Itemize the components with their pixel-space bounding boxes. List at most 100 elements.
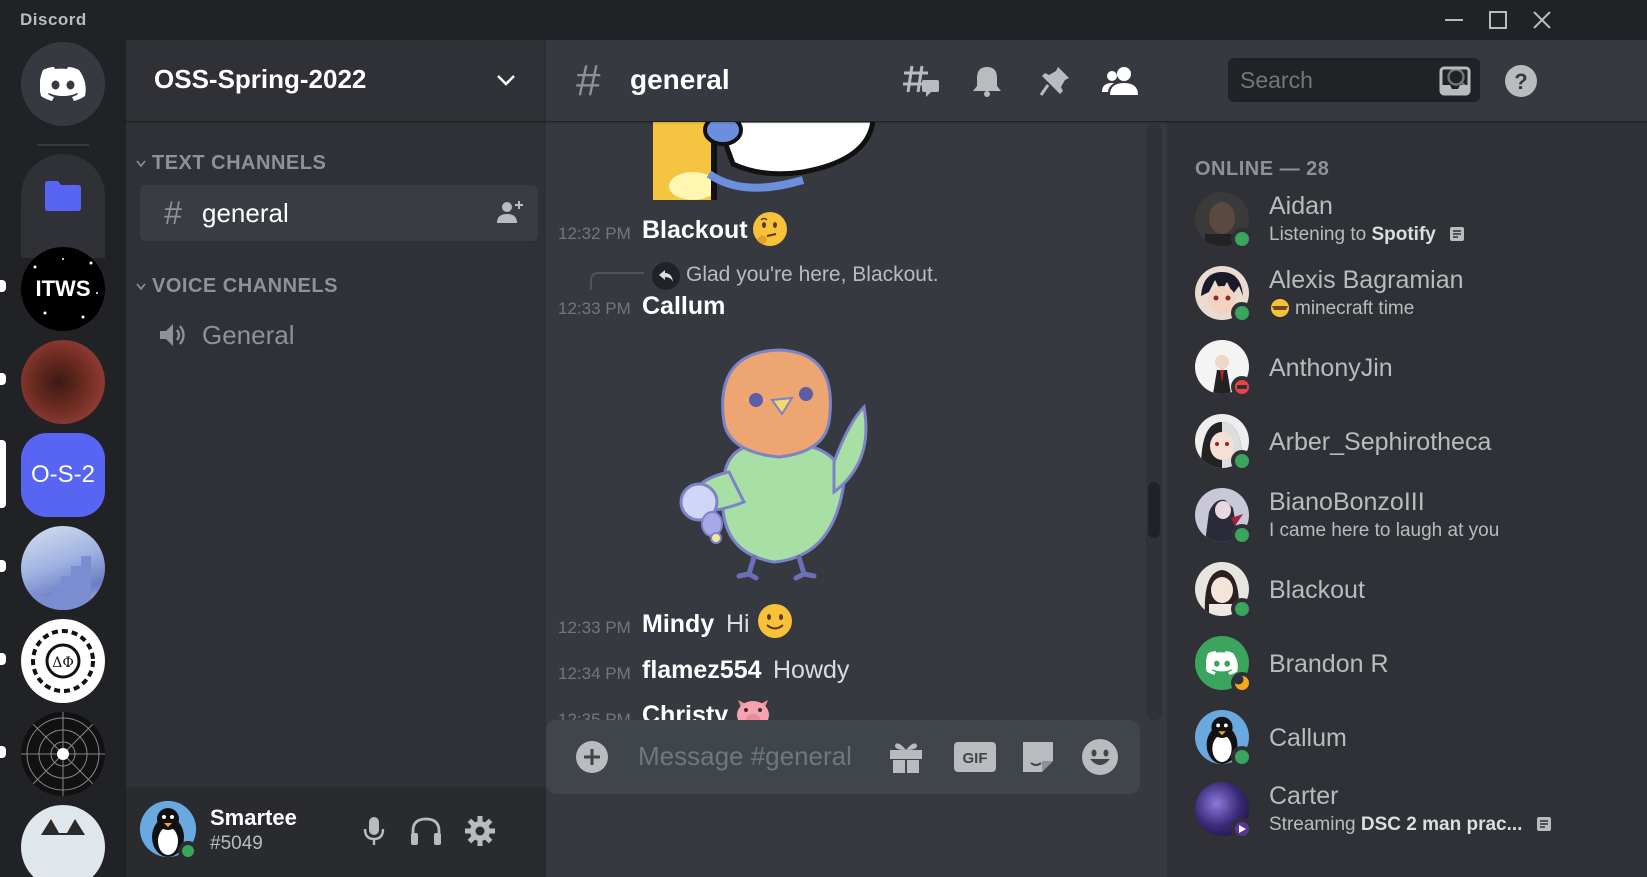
member-name: Carter: [1269, 782, 1339, 810]
help-icon: ?: [1505, 65, 1537, 97]
server-itws[interactable]: ITWS: [21, 247, 105, 331]
status-online-indicator: [1231, 598, 1253, 620]
message-input[interactable]: [638, 734, 868, 778]
member-blackout[interactable]: Blackout: [1187, 560, 1587, 626]
channel-name: general: [202, 197, 289, 228]
notifications-button[interactable]: [964, 58, 1010, 104]
minimize-button[interactable]: [1436, 6, 1472, 34]
threads-button[interactable]: [898, 58, 944, 104]
emoji-button[interactable]: [1078, 735, 1122, 779]
reply-icon: [652, 262, 680, 290]
discord-logo-icon: [40, 67, 86, 101]
message-text: Hi: [726, 610, 750, 638]
member-arber[interactable]: Arber_Sephirotheca: [1187, 412, 1587, 478]
plus-circle-icon: [576, 741, 608, 773]
unread-indicator: [0, 373, 6, 385]
status-online-indicator: [1231, 228, 1253, 250]
status-online-indicator: [1231, 524, 1253, 546]
inbox-icon: [1439, 66, 1471, 96]
svg-text:?: ?: [1514, 69, 1527, 94]
pinned-messages-button[interactable]: [1032, 58, 1078, 104]
message-timestamp: 12:34 PM: [558, 664, 631, 683]
guild-header[interactable]: OSS-Spring-2022: [126, 40, 546, 122]
minimize-icon: [1445, 19, 1463, 21]
server-spider-avatar[interactable]: [21, 712, 105, 796]
member-list-button[interactable]: [1098, 58, 1144, 104]
member-name: Arber_Sephirotheca: [1269, 428, 1492, 456]
chevron-down-icon: [136, 283, 146, 290]
message-author[interactable]: flamez554: [642, 656, 762, 685]
voice-channel-general[interactable]: General: [140, 307, 538, 363]
upload-button[interactable]: [570, 735, 614, 779]
chevron-down-icon: [136, 160, 146, 167]
category-label: VOICE CHANNELS: [152, 275, 338, 297]
guild-menu-button[interactable]: [488, 62, 524, 98]
slightly-smiling-face-icon: [758, 604, 792, 638]
close-icon: [1533, 11, 1551, 29]
gift-button[interactable]: [884, 735, 928, 779]
sticker-icon: [653, 122, 876, 200]
message-text: Howdy: [773, 656, 850, 684]
discord-logo-icon: [1206, 651, 1238, 675]
member-anthonyjin[interactable]: AnthonyJin: [1187, 338, 1587, 404]
threads-icon: [903, 65, 939, 97]
member-callum[interactable]: Callum: [1187, 708, 1587, 774]
status-idle-indicator: [1231, 672, 1253, 694]
message-author[interactable]: Blackout: [642, 216, 748, 245]
unread-indicator: [0, 746, 6, 758]
inbox-button[interactable]: [1432, 58, 1478, 104]
stairs-icon: [31, 556, 91, 610]
server-adp-crest[interactable]: ΔΦ: [21, 619, 105, 703]
rail-separator: [37, 144, 89, 146]
sticker-image: [653, 122, 893, 200]
message-list: 12:32 PM Blackout Glad you're here, Blac…: [546, 122, 1166, 762]
sticker-button[interactable]: [1016, 735, 1060, 779]
svg-text:ΔΦ: ΔΦ: [52, 655, 74, 671]
server-cat-icon[interactable]: [21, 805, 105, 877]
microphone-icon: [363, 817, 385, 845]
server-cat-avatar[interactable]: [21, 340, 105, 424]
home-button[interactable]: [21, 42, 105, 126]
member-alexis[interactable]: Alexis Bagramian minecraft time: [1187, 264, 1587, 330]
maximize-icon: [1489, 11, 1507, 29]
gift-icon: [890, 743, 922, 773]
unread-indicator: [0, 280, 6, 292]
server-stairs-avatar[interactable]: [21, 526, 105, 610]
member-bianobonzo[interactable]: BianoBonzoIII I came here to laugh at yo…: [1187, 486, 1587, 552]
deafen-button[interactable]: [404, 809, 448, 853]
member-activity: I came here to laugh at you: [1269, 520, 1500, 541]
activity-prefix: Streaming: [1269, 814, 1361, 835]
close-button[interactable]: [1524, 6, 1560, 34]
mute-button[interactable]: [352, 809, 396, 853]
scrollbar-thumb[interactable]: [1148, 482, 1160, 538]
help-button[interactable]: ?: [1498, 58, 1544, 104]
member-list: ONLINE — 28 Aidan Listening to Spotify A…: [1167, 122, 1647, 877]
member-group-header: ONLINE — 28: [1195, 158, 1330, 180]
chat-area: # general Search ? 12:32 PM Blackout Gla…: [546, 40, 1647, 877]
member-brandon[interactable]: Brandon R: [1187, 634, 1587, 700]
message-author[interactable]: Mindy: [642, 610, 714, 639]
message-scrollbar[interactable]: [1146, 124, 1162, 720]
create-invite-button[interactable]: [496, 199, 524, 230]
message-author[interactable]: Callum: [642, 292, 725, 321]
folder-button[interactable]: [21, 154, 105, 238]
member-carter[interactable]: Carter Streaming DSC 2 man prac...: [1187, 780, 1587, 846]
activity-prefix: minecraft time: [1295, 298, 1415, 319]
message-composer: GIF: [546, 720, 1229, 877]
user-tag: #5049: [210, 833, 263, 854]
folder-icon: [45, 181, 81, 211]
voice-channels-category[interactable]: VOICE CHANNELS: [136, 275, 338, 298]
hash-icon: #: [576, 56, 601, 105]
text-channels-category[interactable]: TEXT CHANNELS: [136, 152, 326, 175]
member-aidan[interactable]: Aidan Listening to Spotify: [1187, 190, 1587, 256]
search-input[interactable]: [1228, 58, 1428, 102]
selected-indicator: [0, 440, 6, 508]
user-settings-button[interactable]: [458, 809, 502, 853]
server-oss-spring[interactable]: O-S-2: [21, 433, 105, 517]
maximize-button[interactable]: [1480, 6, 1516, 34]
gif-button[interactable]: GIF: [950, 735, 1000, 779]
bell-icon: [973, 67, 1001, 97]
channel-general[interactable]: # general: [140, 185, 538, 241]
status-online-indicator: [178, 841, 198, 861]
reply-preview[interactable]: Glad you're here, Blackout.: [686, 263, 939, 287]
